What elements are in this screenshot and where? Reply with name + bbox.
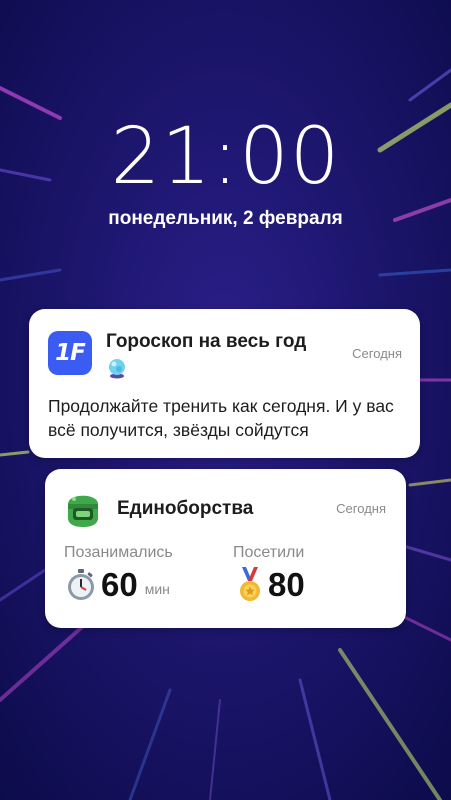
lockscreen-date: понедельник, 2 февраля: [108, 208, 343, 229]
notification-title: Единоборства: [117, 498, 254, 519]
notification-martial-arts[interactable]: Единоборства Сегодня Позанимались 60 мин…: [45, 469, 406, 628]
stat-trained: 60 мин: [65, 565, 170, 605]
stopwatch-icon: [68, 569, 94, 600]
notification-time: Сегодня: [336, 501, 386, 516]
stat-unit: мин: [144, 581, 170, 597]
boxing-helmet-icon: [68, 495, 98, 527]
stat-value: 60: [101, 566, 138, 603]
medal-icon: [240, 567, 260, 601]
notification-time: Сегодня: [352, 346, 402, 361]
notification-title: Гороскоп на весь год: [106, 331, 307, 352]
1f-app-icon: 1F: [48, 331, 92, 375]
stat-visited: 80: [236, 565, 305, 605]
notification-body: Продолжайте тренить как сегодня. И у вас…: [48, 396, 394, 440]
stat-value: 80: [268, 566, 305, 603]
stat-label-visited: Посетили: [233, 544, 305, 561]
lockscreen-clock: 21:00: [110, 112, 341, 202]
crystal-ball-icon: [109, 359, 125, 379]
stat-label-trained: Позанимались: [64, 544, 173, 561]
notification-horoscope[interactable]: 1F Гороскоп на весь год Сегодня Продолжа…: [29, 309, 420, 458]
